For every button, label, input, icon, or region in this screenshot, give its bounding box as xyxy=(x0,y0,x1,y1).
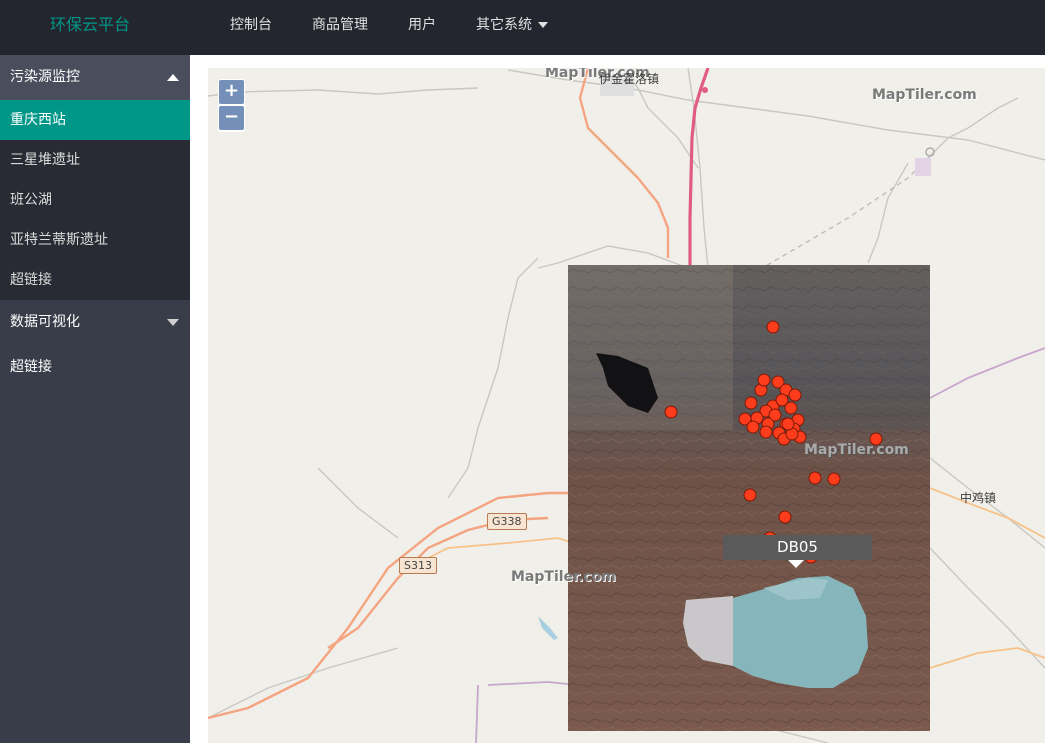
sidebar-group-pollution-monitor-label: 污染源监控 xyxy=(10,69,80,85)
sidebar-submenu: 重庆西站 三星堆遗址 班公湖 亚特兰蒂斯遗址 超链接 xyxy=(0,100,190,300)
water-patch xyxy=(538,616,558,640)
zoom-out-button[interactable]: − xyxy=(219,106,244,130)
maptiler-watermark: MapTiler.com xyxy=(804,442,909,458)
nav-other-systems-label: 其它系统 xyxy=(476,17,532,33)
nav-product-management[interactable]: 商品管理 xyxy=(292,0,388,50)
sidebar-group-data-visualization-label: 数据可视化 xyxy=(10,314,80,330)
top-bar: 环保云平台 控制台 商品管理 用户 其它系统 xyxy=(0,0,1045,55)
road-junction-marker xyxy=(702,87,708,93)
nav-users[interactable]: 用户 xyxy=(388,0,456,50)
marker-popup[interactable]: DB05 xyxy=(723,535,872,560)
nav-product-management-label: 商品管理 xyxy=(312,17,368,33)
nav-console[interactable]: 控制台 xyxy=(210,0,292,50)
sidebar-item-sanxingdui[interactable]: 三星堆遗址 xyxy=(0,140,190,180)
brand-logo[interactable]: 环保云平台 xyxy=(0,0,180,50)
sidebar: 污染源监控 重庆西站 三星堆遗址 班公湖 亚特兰蒂斯遗址 超链接 数据可视化 超… xyxy=(0,55,190,743)
landuse-patch xyxy=(915,158,931,176)
caret-down-icon xyxy=(538,22,548,28)
zoom-control: + − xyxy=(218,79,245,132)
place-label-town1: 伊金霍洛镇 xyxy=(599,72,660,86)
rail-end-marker xyxy=(925,147,935,157)
sidebar-item-hyperlink[interactable]: 超链接 xyxy=(0,260,190,300)
maptiler-watermark: MapTiler.com xyxy=(511,569,616,585)
sidebar-link-hyperlink[interactable]: 超链接 xyxy=(0,345,190,390)
road-shield-s313: S313 xyxy=(399,557,437,574)
road-shield-g338: G338 xyxy=(487,513,527,530)
caret-down-icon xyxy=(167,319,179,326)
nav-console-label: 控制台 xyxy=(230,17,272,33)
map-base-layer xyxy=(208,68,1045,743)
maptiler-watermark: MapTiler.com xyxy=(872,87,977,103)
sidebar-item-chongqing-west[interactable]: 重庆西站 xyxy=(0,100,190,140)
place-label-town2: 中鸡镇 xyxy=(960,491,997,505)
popup-pointer xyxy=(788,560,804,568)
map-view[interactable]: + − MapTiler.com 伊金霍洛镇 MapTiler.com MapT… xyxy=(208,68,1045,743)
caret-up-icon xyxy=(167,74,179,81)
nav-users-label: 用户 xyxy=(408,17,436,33)
nav-other-systems[interactable]: 其它系统 xyxy=(456,0,568,50)
sidebar-item-bangong-lake[interactable]: 班公湖 xyxy=(0,180,190,220)
zoom-in-button[interactable]: + xyxy=(219,80,244,104)
sidebar-item-atlantis[interactable]: 亚特兰蒂斯遗址 xyxy=(0,220,190,260)
sidebar-group-data-visualization[interactable]: 数据可视化 xyxy=(0,300,190,345)
top-nav: 控制台 商品管理 用户 其它系统 xyxy=(210,0,568,50)
sidebar-group-pollution-monitor[interactable]: 污染源监控 xyxy=(0,55,190,100)
